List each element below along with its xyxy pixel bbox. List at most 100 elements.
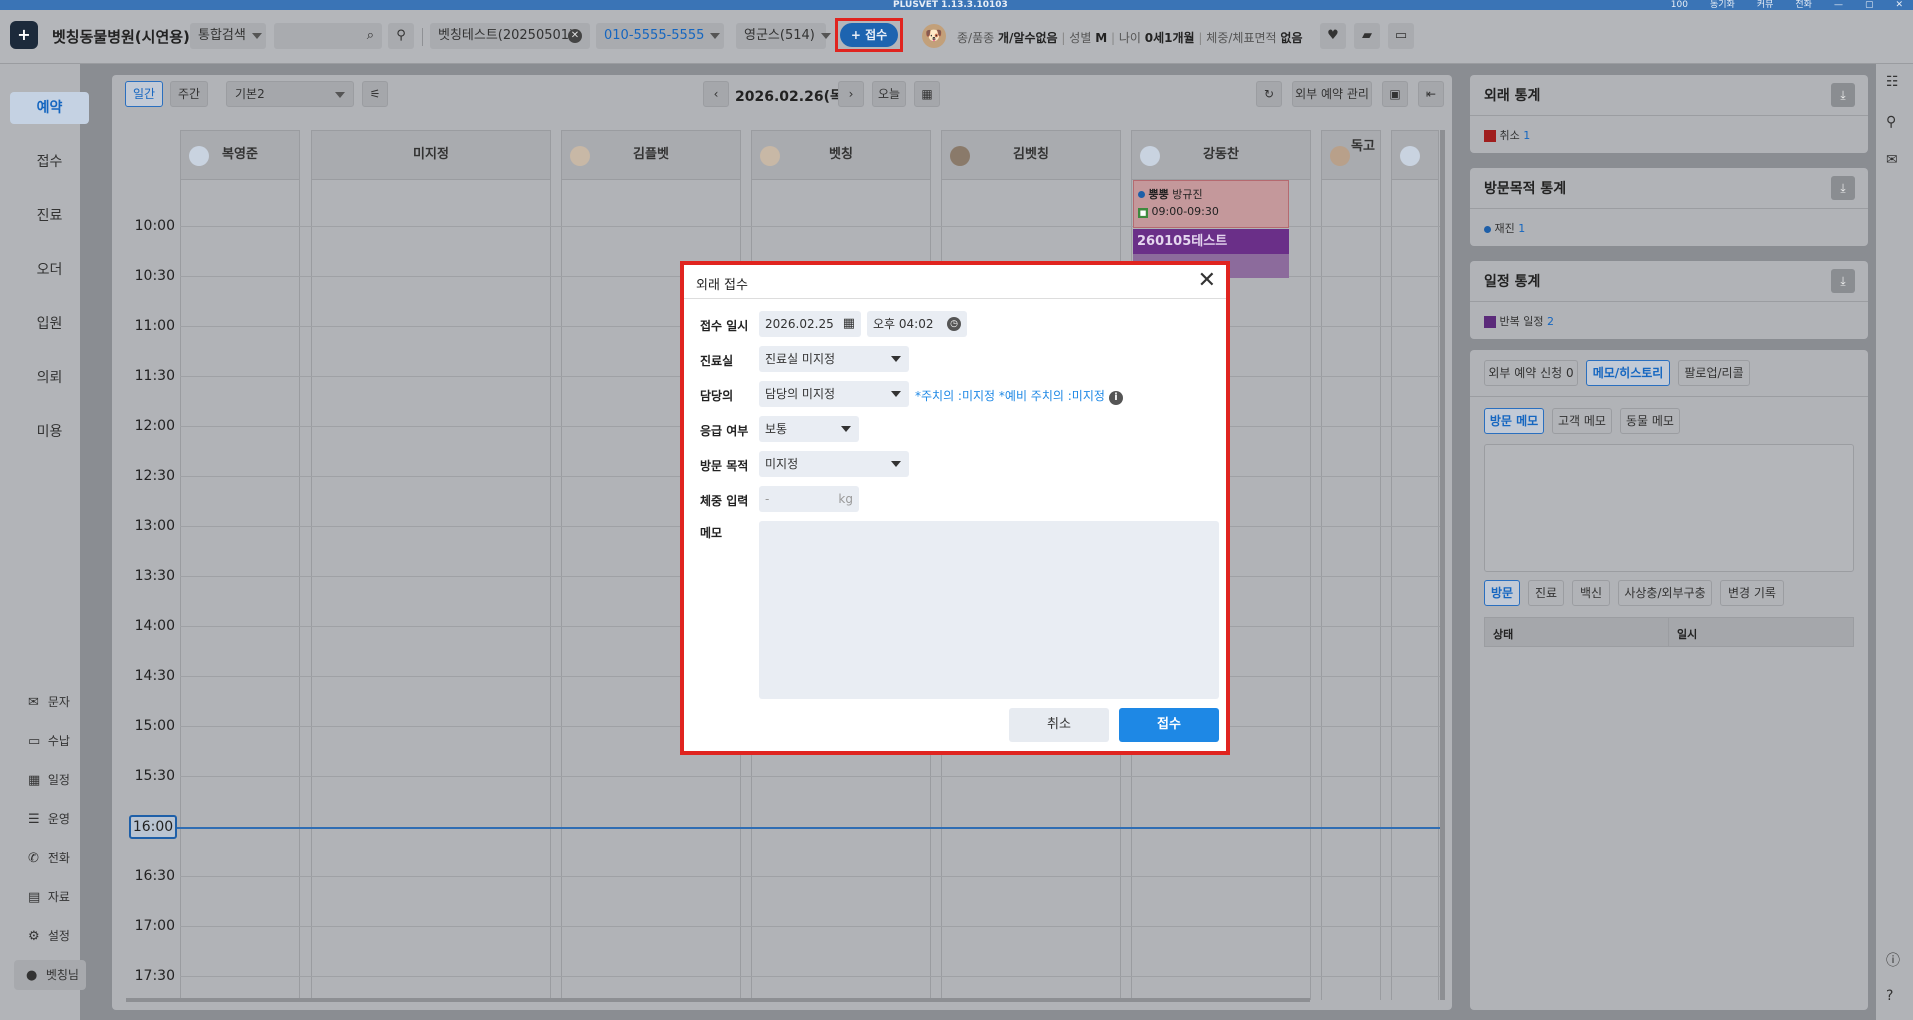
calendar-icon[interactable]: ▦	[843, 311, 855, 337]
horizontal-scrollbar[interactable]	[126, 998, 1310, 1002]
nav-grooming[interactable]: 미용	[10, 416, 89, 448]
minimize-icon[interactable]: —	[1834, 0, 1843, 10]
clear-patient-icon[interactable]: ✕	[568, 29, 582, 43]
column-header[interactable]: 벳칭	[751, 130, 931, 180]
search-scope-select[interactable]: 통합검색	[190, 23, 266, 49]
vertical-scrollbar[interactable]	[1440, 130, 1445, 1000]
schedule-column[interactable]	[1391, 180, 1439, 1000]
phone-select[interactable]: 010-5555-5555	[596, 23, 724, 49]
card-icon[interactable]: ▭	[1388, 23, 1414, 49]
search-input[interactable]: ⌕	[274, 23, 382, 49]
clock-icon[interactable]: ◷	[947, 317, 961, 331]
column-header[interactable]	[1391, 130, 1439, 180]
download-icon[interactable]: ⤓	[1831, 176, 1855, 200]
tab-client-memo[interactable]: 고객 메모	[1552, 408, 1612, 434]
download-icon[interactable]: ⤓	[1831, 83, 1855, 107]
appointment-block[interactable]: 뿡뿡 방규진 ■ 09:00-09:30	[1133, 180, 1289, 228]
patient-search-icon[interactable]: ⚲	[388, 23, 414, 49]
nav-user[interactable]: ● 벳칭님	[14, 960, 86, 990]
nav-referral[interactable]: 의뢰	[10, 362, 89, 394]
patient-chip[interactable]: 벳칭테스트(20250501) ✕	[430, 23, 590, 49]
cancel-button[interactable]: 취소	[1009, 708, 1109, 742]
weight-input[interactable]: - kg	[759, 486, 859, 512]
nav-sms[interactable]: ✉ 문자	[28, 692, 70, 712]
refresh-icon[interactable]: ↻	[1256, 81, 1282, 107]
reg-date-input[interactable]: 2026.02.25 ▦	[759, 311, 861, 337]
nav-settings[interactable]: ⚙ 설정	[28, 926, 70, 946]
reg-time-input[interactable]: 오후 04:02 ◷	[867, 311, 967, 337]
history-tab-visit[interactable]: 방문	[1484, 580, 1520, 606]
calendar-add-icon[interactable]: ▣	[1382, 81, 1408, 107]
schedule-column[interactable]	[1321, 180, 1381, 1000]
heart-icon[interactable]: ♥	[1320, 23, 1346, 49]
memo-textarea[interactable]	[1484, 444, 1854, 572]
nav-schedule[interactable]: ▦ 일정	[28, 770, 70, 790]
nav-treatment[interactable]: 진료	[10, 200, 89, 232]
history-tab-treatment[interactable]: 진료	[1528, 580, 1564, 606]
register-button[interactable]: + 접수	[840, 23, 898, 47]
history-tab-parasite[interactable]: 사상충/외부구충	[1618, 580, 1712, 606]
column-header[interactable]: 김플벳	[561, 130, 741, 180]
nav-order[interactable]: 오더	[10, 254, 89, 286]
info-icon[interactable]: ⓘ	[1886, 950, 1900, 970]
room-select[interactable]: 진료실 미지정	[759, 346, 909, 372]
external-booking-button[interactable]: 외부 예약 관리	[1292, 81, 1372, 107]
phone-link[interactable]: 전화	[1795, 0, 1812, 10]
column-header[interactable]: 미지정	[311, 130, 551, 180]
column-header[interactable]: 복영준	[180, 130, 300, 180]
sex-label: 성별	[1069, 31, 1092, 45]
pet-select[interactable]: 영군스(514)	[736, 23, 831, 49]
tab-external-booking[interactable]: 외부 예약 신청 0	[1484, 360, 1578, 386]
next-date-icon[interactable]: ›	[838, 81, 864, 107]
zoom-level[interactable]: 100	[1671, 0, 1688, 10]
tab-visit-memo[interactable]: 방문 메모	[1484, 408, 1544, 434]
preset-select[interactable]: 기본2	[226, 81, 354, 107]
dialog-title: 외래 접수	[696, 278, 748, 293]
search-icon[interactable]: ⌕	[367, 23, 374, 49]
calendar-icon[interactable]: ▦	[914, 81, 940, 107]
history-tab-vaccine[interactable]: 백신	[1572, 580, 1610, 606]
tab-memo-history[interactable]: 메모/히스토리	[1586, 360, 1670, 386]
close-window-icon[interactable]: ✕	[1895, 0, 1903, 10]
folder-icon[interactable]: ▰	[1354, 23, 1380, 49]
view-week-button[interactable]: 주간	[170, 81, 208, 107]
purpose-select[interactable]: 미지정	[759, 451, 909, 477]
doctor-select[interactable]: 담당의 미지정	[759, 381, 909, 407]
schedule-column[interactable]	[311, 180, 551, 1000]
chat-icon[interactable]: ✉	[1886, 152, 1898, 168]
avatar	[1140, 146, 1160, 166]
nav-operation[interactable]: ☰ 운영	[28, 809, 70, 829]
help-icon[interactable]: ?	[1886, 988, 1893, 1004]
nav-payment[interactable]: ▭ 수납	[28, 731, 70, 751]
nav-reservation[interactable]: 예약	[10, 92, 89, 124]
download-icon[interactable]: ⤓	[1831, 269, 1855, 293]
column-header[interactable]: 독고	[1321, 130, 1381, 180]
nav-phone[interactable]: ✆ 전화	[28, 848, 70, 868]
nav-reception[interactable]: 접수	[10, 146, 89, 178]
patient-search-icon[interactable]: ⚲	[1886, 114, 1896, 130]
memo-textarea[interactable]	[759, 521, 1219, 699]
info-icon[interactable]: i	[1108, 391, 1123, 405]
maximize-icon[interactable]: ▢	[1865, 0, 1874, 10]
collapse-panel-icon[interactable]: ⇤	[1418, 81, 1444, 107]
tab-followup[interactable]: 팔로업/리콜	[1678, 360, 1750, 386]
community-link[interactable]: 커뮤	[1757, 0, 1774, 10]
column-header[interactable]: 강동찬	[1131, 130, 1311, 180]
appointment-block[interactable]: 260105테스트	[1133, 229, 1289, 254]
view-day-button[interactable]: 일간	[125, 81, 163, 107]
prev-date-icon[interactable]: ‹	[703, 81, 729, 107]
close-icon[interactable]: ✕	[1198, 270, 1216, 292]
nav-documents[interactable]: ▤ 자료	[28, 887, 70, 907]
column-header[interactable]: 김벳칭	[941, 130, 1121, 180]
sync-link[interactable]: 동기화	[1710, 0, 1735, 10]
history-tab-changes[interactable]: 변경 기록	[1720, 580, 1784, 606]
filter-icon[interactable]: ⚟	[362, 81, 388, 107]
column-name: 복영준	[222, 147, 258, 162]
nav-hospitalization[interactable]: 입원	[10, 308, 89, 340]
urgency-select[interactable]: 보통	[759, 416, 859, 442]
today-button[interactable]: 오늘	[872, 81, 906, 107]
tab-animal-memo[interactable]: 동물 메모	[1620, 408, 1680, 434]
submit-button[interactable]: 접수	[1119, 708, 1219, 742]
schedule-column[interactable]	[180, 180, 300, 1000]
contacts-icon[interactable]: ☷	[1886, 74, 1899, 90]
